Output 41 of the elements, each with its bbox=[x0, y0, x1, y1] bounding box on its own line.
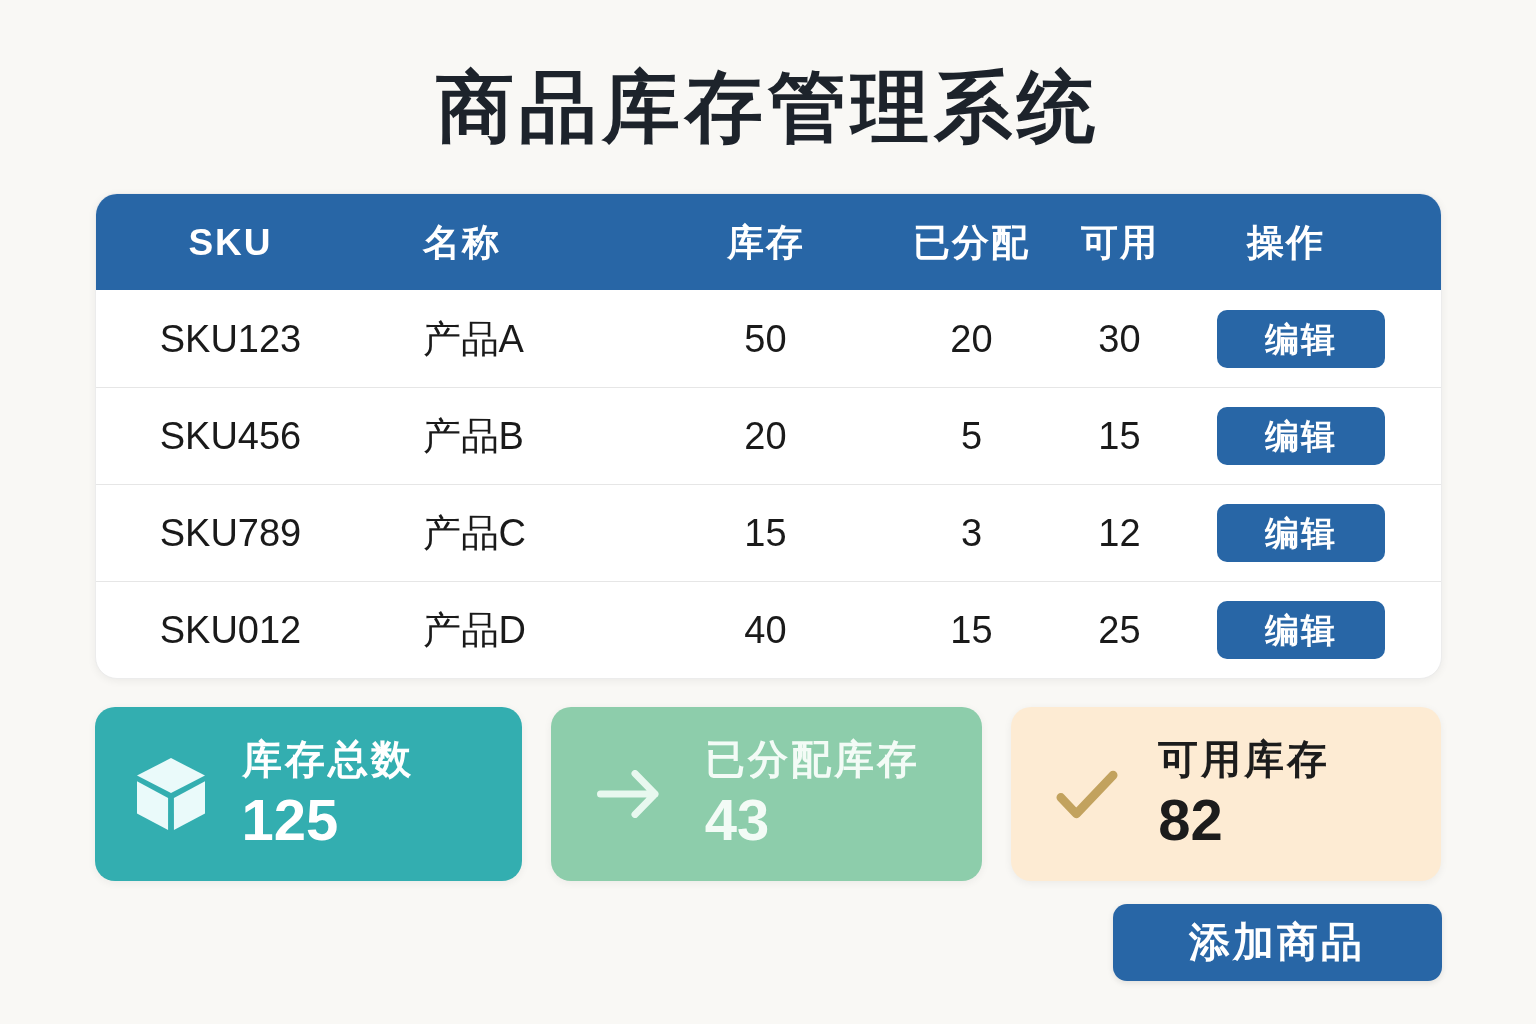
add-product-button[interactable]: 添加商品 bbox=[1112, 904, 1442, 981]
edit-button[interactable]: 编辑 bbox=[1217, 407, 1385, 465]
table-cell: 30 bbox=[1098, 319, 1141, 358]
table-cell: 40 bbox=[744, 611, 787, 649]
column-header: 已分配 bbox=[913, 223, 1030, 261]
edit-button[interactable]: 编辑 bbox=[1217, 601, 1385, 659]
table-cell: SKU456 bbox=[159, 417, 302, 455]
edit-button[interactable]: 编辑 bbox=[1217, 504, 1385, 562]
table-cell: 25 bbox=[1098, 611, 1141, 649]
table-cell: 产品C bbox=[422, 514, 526, 552]
table-cell: 20 bbox=[744, 417, 787, 455]
cube-icon bbox=[136, 758, 205, 830]
table-cell: SKU789 bbox=[159, 514, 302, 552]
page-title: 商品库存管理系统 bbox=[436, 67, 1100, 146]
checkmark-icon bbox=[1056, 769, 1119, 819]
column-header: 库存 bbox=[726, 223, 805, 261]
table-cell: 3 bbox=[960, 514, 983, 552]
column-header: SKU bbox=[188, 223, 273, 261]
stat-value: 125 bbox=[241, 791, 340, 849]
edit-button[interactable]: 编辑 bbox=[1217, 309, 1385, 368]
table-cell: 50 bbox=[744, 319, 787, 358]
table-cell: SKU012 bbox=[159, 611, 302, 649]
column-header: 名称 bbox=[422, 223, 501, 261]
arrow-right-icon bbox=[596, 770, 659, 818]
table-cell: 产品B bbox=[422, 417, 524, 455]
table-cell: 15 bbox=[1098, 417, 1141, 455]
table-cell: 12 bbox=[1098, 514, 1141, 552]
table-cell: 15 bbox=[950, 611, 993, 649]
table-cell: 产品A bbox=[422, 319, 524, 358]
table-cell: 15 bbox=[744, 514, 787, 552]
table-cell: 产品D bbox=[422, 611, 526, 649]
stat-label: 库存总数 bbox=[241, 739, 414, 779]
stat-value: 43 bbox=[704, 791, 771, 849]
stat-label: 可用库存 bbox=[1158, 739, 1331, 779]
table-cell: SKU123 bbox=[159, 319, 302, 358]
stat-value: 82 bbox=[1158, 791, 1224, 849]
table-cell: 20 bbox=[950, 319, 993, 358]
column-header: 操作 bbox=[1247, 223, 1325, 261]
stat-label: 已分配库存 bbox=[704, 739, 920, 779]
column-header: 可用 bbox=[1080, 223, 1159, 261]
table-cell: 5 bbox=[960, 417, 983, 455]
